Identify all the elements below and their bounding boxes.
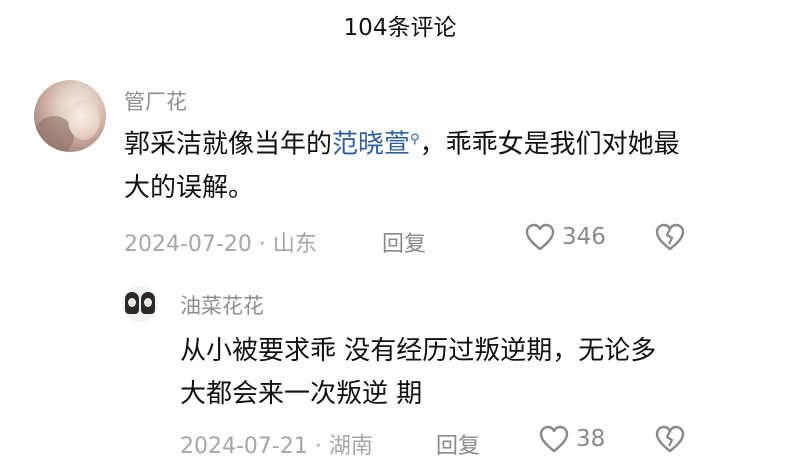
broken-heart-icon [655,425,685,453]
like-count: 346 [562,224,606,250]
reply-button[interactable]: 回复 [382,226,426,258]
reply-username[interactable]: 油菜花花 [180,290,264,320]
avatar-face [68,100,100,140]
dislike-button[interactable] [654,222,686,256]
comment-date-location: 2024-07-20 · 山东 [124,232,317,257]
avatar-figure [141,292,155,314]
comment-username[interactable]: 管厂花 [124,86,187,116]
reply-date-location: 2024-07-21 · 湖南 [180,434,373,459]
like-button[interactable]: 346 [524,222,606,252]
avatar[interactable] [122,286,158,322]
like-button[interactable]: 38 [538,424,605,454]
comment-text: 郭采洁就像当年的范晓萱⚲，乖乖女是我们对她最大的误解。 [124,118,684,210]
comment-count-title: 104条评论 [343,15,457,41]
search-icon[interactable]: ⚲ [410,118,420,161]
comment-text-part: 郭采洁就像当年的 [124,129,333,160]
avatar[interactable] [34,80,106,152]
reply-text: 从小被要求乖 没有经历过叛逆期，无论多大都会来一次叛逆 期 [180,336,657,409]
broken-heart-icon [655,223,685,251]
heart-icon [525,223,555,251]
reply-button[interactable]: 回复 [436,428,480,460]
search-keyword-link[interactable]: 范晓萱 [332,130,410,160]
heart-icon [539,425,569,453]
dislike-button[interactable] [654,424,686,458]
like-count: 38 [576,426,606,452]
avatar-figure [125,292,139,314]
comments-panel: 104条评论 管厂花 郭采洁就像当年的范晓萱⚲，乖乖女是我们对她最大的误解。 2… [0,0,800,464]
